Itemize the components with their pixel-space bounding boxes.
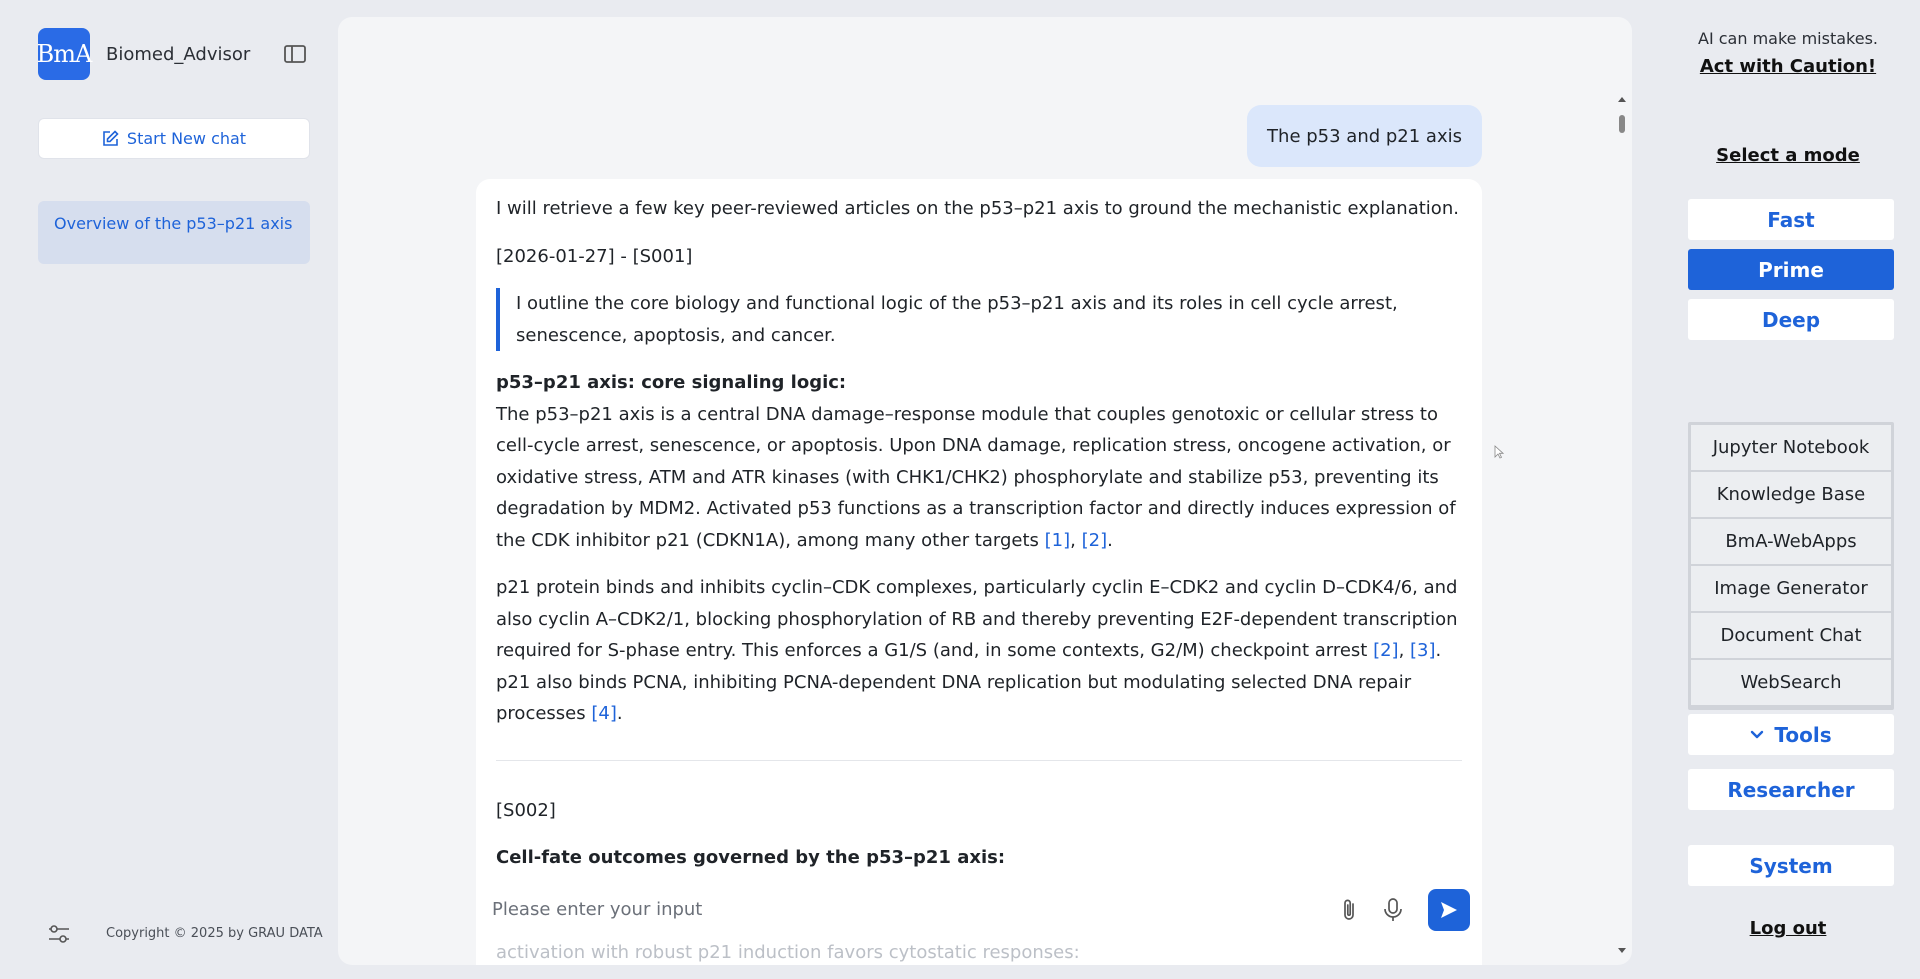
send-icon [1441, 902, 1457, 918]
ai-warning-text: AI can make mistakes. [1698, 29, 1878, 48]
chat-history-item[interactable]: Overview of the p53–p21 axis [38, 201, 310, 264]
chat-input-bar [476, 879, 1482, 943]
intro-text: I will retrieve a few key peer-reviewed … [496, 198, 1459, 219]
send-button[interactable] [1428, 889, 1470, 931]
paragraph-text: The p53–p21 axis is a central DNA damage… [496, 403, 1456, 551]
tools-toggle-button[interactable]: Tools [1688, 714, 1894, 755]
tool-knowledge-base[interactable]: Knowledge Base [1691, 472, 1891, 517]
sidebar-toggle-icon[interactable] [284, 45, 306, 63]
brand: BmA Biomed_Advisor [37, 28, 251, 80]
tools-toggle-label: Tools [1774, 722, 1832, 747]
app-logo: BmA [37, 28, 92, 80]
section-heading: Cell-fate outcomes governed by the p53–p… [496, 847, 1006, 868]
paragraph-p21-function: p21 protein binds and inhibits cyclin–CD… [496, 577, 1458, 724]
chat-input[interactable] [492, 893, 1312, 925]
scroll-up-arrow[interactable] [1618, 97, 1626, 102]
left-sidebar: BmA Biomed_Advisor Start New chat Overvi… [0, 0, 338, 979]
section-core-signaling: p53–p21 axis: core signaling logic: The … [496, 372, 1456, 551]
paragraph-text: p21 protein binds and inhibits cyclin–CD… [496, 577, 1458, 661]
mode-deep-button[interactable]: Deep [1688, 299, 1894, 340]
chat-panel: The p53 and p21 axis I will retrieve a f… [338, 17, 1632, 965]
chevron-down-icon [1751, 730, 1764, 738]
edit-icon [103, 130, 119, 146]
app-name: Biomed_Advisor [106, 43, 251, 65]
scroll-thumb[interactable] [1619, 115, 1625, 133]
tool-jupyter-notebook[interactable]: Jupyter Notebook [1691, 425, 1891, 470]
start-new-chat-label: Start New chat [126, 129, 247, 148]
user-message: The p53 and p21 axis [1247, 105, 1482, 167]
scroll-down-arrow[interactable] [1618, 948, 1626, 953]
mode-fast-button[interactable]: Fast [1688, 199, 1894, 240]
citation-link[interactable]: [4] [591, 703, 617, 724]
researcher-button[interactable]: Researcher [1688, 769, 1894, 810]
tool-document-chat[interactable]: Document Chat [1691, 613, 1891, 658]
section-divider [496, 759, 1462, 761]
summary-quote: I outline the core biology and functiona… [496, 288, 1462, 351]
paperclip-icon[interactable] [1338, 897, 1360, 923]
chat-scrollbar[interactable] [1618, 93, 1626, 953]
citation-link[interactable]: [1] [1045, 530, 1071, 551]
assistant-message: I will retrieve a few key peer-reviewed … [476, 179, 1482, 965]
tool-websearch[interactable]: WebSearch [1691, 660, 1891, 705]
tool-bma-webapps[interactable]: BmA-WebApps [1691, 519, 1891, 564]
logout-link[interactable]: Log out [1656, 918, 1920, 939]
select-mode-title: Select a mode [1716, 145, 1860, 166]
tool-image-generator[interactable]: Image Generator [1691, 566, 1891, 611]
mode-prime-button[interactable]: Prime [1688, 249, 1894, 290]
microphone-icon[interactable] [1382, 897, 1404, 923]
citation-link[interactable]: [2] [1373, 640, 1399, 661]
copyright-text: Copyright © 2025 by GRAU DATA [106, 926, 323, 941]
start-new-chat-button[interactable]: Start New chat [38, 118, 310, 159]
right-panel: AI can make mistakes. Act with Caution! … [1656, 0, 1920, 979]
citation-link[interactable]: [3] [1410, 640, 1436, 661]
tools-list: Jupyter Notebook Knowledge Base BmA-WebA… [1688, 422, 1894, 710]
source-header-s001: [2026-01-27] - [S001] [496, 245, 693, 267]
act-with-caution-link[interactable]: Act with Caution! [1656, 56, 1920, 77]
section-heading: p53–p21 axis: core signaling logic: [496, 372, 847, 393]
source-header-s002: [S002] [496, 799, 556, 821]
system-button[interactable]: System [1688, 845, 1894, 886]
mouse-cursor-icon [1494, 445, 1504, 459]
settings-sliders-icon[interactable] [48, 924, 70, 944]
citation-link[interactable]: [2] [1082, 530, 1108, 551]
